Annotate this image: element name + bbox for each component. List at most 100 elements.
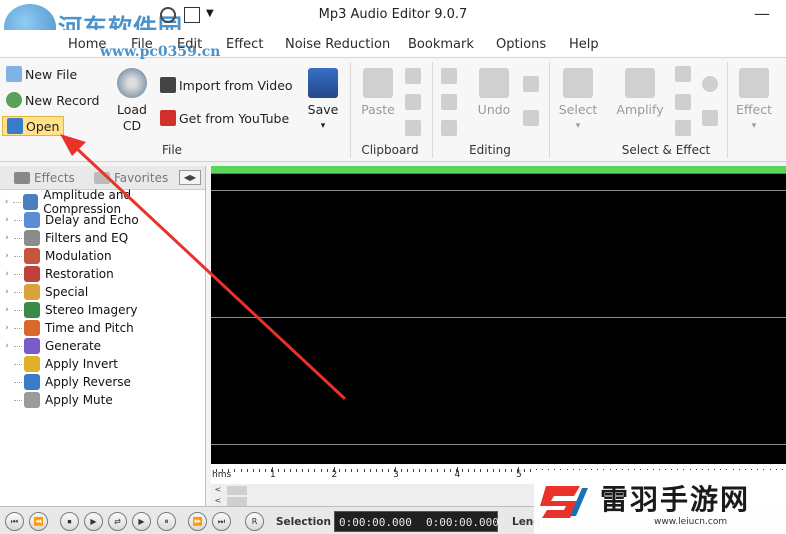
scroll-left-icon[interactable]: < [211, 485, 225, 495]
ruler-minor-tick [529, 469, 531, 472]
open-label: Open [26, 118, 60, 134]
ruler-minor-tick [369, 469, 371, 472]
play-selection-button[interactable]: ▶ [132, 512, 151, 531]
expand-chevron-icon[interactable]: › [0, 323, 14, 333]
minimize-button[interactable]: — [754, 4, 770, 23]
channel-guide-line [211, 444, 786, 445]
effect-label: Effect [736, 102, 772, 117]
tab-scroll-arrows[interactable]: ◀▶ [179, 170, 201, 185]
amplify-button[interactable]: Amplify [616, 68, 664, 118]
tree-item[interactable]: › Delay and Echo [0, 211, 139, 229]
scroll-left-icon-2[interactable]: < [211, 496, 225, 506]
select-button[interactable]: Select ▾ [558, 68, 598, 134]
waveform-canvas[interactable] [211, 174, 786, 464]
pause-button[interactable]: ⏸ [157, 512, 176, 531]
go-start-button[interactable]: ⏮ [5, 512, 24, 531]
stop-button[interactable]: ⏹ [60, 512, 79, 531]
ruler-minor-tick [468, 469, 470, 472]
target-icon[interactable] [702, 76, 718, 92]
delete-icon[interactable] [441, 68, 457, 84]
group-separator [350, 62, 351, 158]
equalizer-icon[interactable] [702, 110, 718, 126]
tree-item-label: Restoration [45, 267, 114, 281]
menu-help[interactable]: Help [569, 37, 599, 52]
tree-item[interactable]: › Stereo Imagery [0, 301, 138, 319]
trim-icon[interactable] [441, 120, 457, 136]
ruler-minor-tick [308, 469, 310, 472]
normalize-icon[interactable] [675, 66, 691, 82]
new-file-button[interactable]: New File [6, 64, 77, 84]
tree-item[interactable]: › Modulation [0, 247, 112, 265]
fade-icon[interactable] [675, 94, 691, 110]
tree-connector [14, 327, 22, 329]
new-record-button[interactable]: New Record [6, 90, 99, 110]
loop-button[interactable]: ⇄ [108, 512, 127, 531]
tree-item[interactable]: › Time and Pitch [0, 319, 134, 337]
tree-item[interactable]: Apply Reverse [0, 373, 131, 391]
ruler-minor-tick [425, 469, 427, 472]
expand-chevron-icon[interactable]: › [0, 341, 14, 351]
crop-icon[interactable] [441, 94, 457, 110]
tree-connector [14, 399, 22, 401]
menu-effect[interactable]: Effect [226, 37, 263, 52]
tree-item[interactable]: › Filters and EQ [0, 229, 128, 247]
undo-button[interactable]: Undo [474, 68, 514, 118]
tree-item[interactable]: › Restoration [0, 265, 114, 283]
ruler-minor-tick [283, 469, 285, 472]
expand-chevron-icon[interactable]: › [0, 215, 14, 225]
scroll-thumb[interactable] [227, 486, 247, 495]
expand-chevron-icon[interactable]: › [0, 269, 14, 279]
scroll-thumb-2[interactable] [227, 497, 247, 506]
effect-button[interactable]: Effect ▾ [734, 68, 774, 134]
ruler-minor-tick [246, 469, 248, 472]
effect-icon [24, 320, 40, 336]
youtube-button[interactable]: Get from YouTube [160, 108, 289, 128]
paste-new-icon[interactable] [405, 120, 421, 136]
group-separator [432, 62, 433, 158]
repeat-icon[interactable] [523, 110, 539, 126]
tree-connector [14, 381, 22, 383]
menu-bookmark[interactable]: Bookmark [408, 37, 474, 52]
expand-chevron-icon[interactable]: › [0, 233, 14, 243]
tab-effects[interactable]: Effects [14, 171, 75, 185]
overview-strip[interactable] [211, 166, 786, 174]
save-button[interactable]: Save ▾ [304, 68, 342, 134]
import-video-button[interactable]: Import from Video [160, 75, 293, 95]
load-cd-button[interactable]: Load CD [112, 68, 152, 134]
tab-favorites[interactable]: Favorites [94, 171, 168, 185]
expand-chevron-icon[interactable]: › [0, 287, 14, 297]
play-button[interactable]: ▶ [84, 512, 103, 531]
rewind-button[interactable]: ⏪ [29, 512, 48, 531]
expand-chevron-icon[interactable]: › [0, 197, 13, 207]
fast-forward-button[interactable]: ⏩ [188, 512, 207, 531]
tree-item[interactable]: Apply Invert [0, 355, 118, 373]
folder-open-icon [7, 118, 23, 134]
ruler-minor-tick [431, 469, 433, 472]
waveform-area[interactable]: hms 12345 < < [211, 166, 786, 506]
ruler-minor-tick [394, 469, 396, 472]
menu-options[interactable]: Options [496, 37, 546, 52]
load-cd-label-2: CD [122, 118, 142, 133]
paste-button[interactable]: Paste [358, 68, 398, 118]
tree-item[interactable]: › Amplitude and Compression [0, 188, 205, 216]
ruler-minor-tick [498, 469, 500, 472]
expand-chevron-icon[interactable]: › [0, 251, 14, 261]
youtube-label: Get from YouTube [179, 110, 290, 126]
copy-icon[interactable] [405, 94, 421, 110]
brand-watermark: 雷羽手游网 www.leiucn.com [534, 470, 786, 534]
editing-group-label: Editing [469, 143, 511, 157]
open-button[interactable]: Open [2, 116, 65, 136]
tree-connector [14, 255, 22, 257]
tree-item[interactable]: › Special [0, 283, 88, 301]
silence-icon[interactable] [675, 120, 691, 136]
tab-effects-label: Effects [34, 171, 75, 185]
cut-icon[interactable] [405, 68, 421, 84]
tree-item[interactable]: Apply Mute [0, 391, 113, 409]
redo-icon[interactable] [523, 76, 539, 92]
expand-chevron-icon[interactable]: › [0, 305, 14, 315]
tree-connector [14, 273, 22, 275]
menu-noise-reduction[interactable]: Noise Reduction [285, 37, 390, 52]
record-button[interactable]: R [245, 512, 264, 531]
tree-item[interactable]: › Generate [0, 337, 101, 355]
go-end-button[interactable]: ⏭ [212, 512, 231, 531]
